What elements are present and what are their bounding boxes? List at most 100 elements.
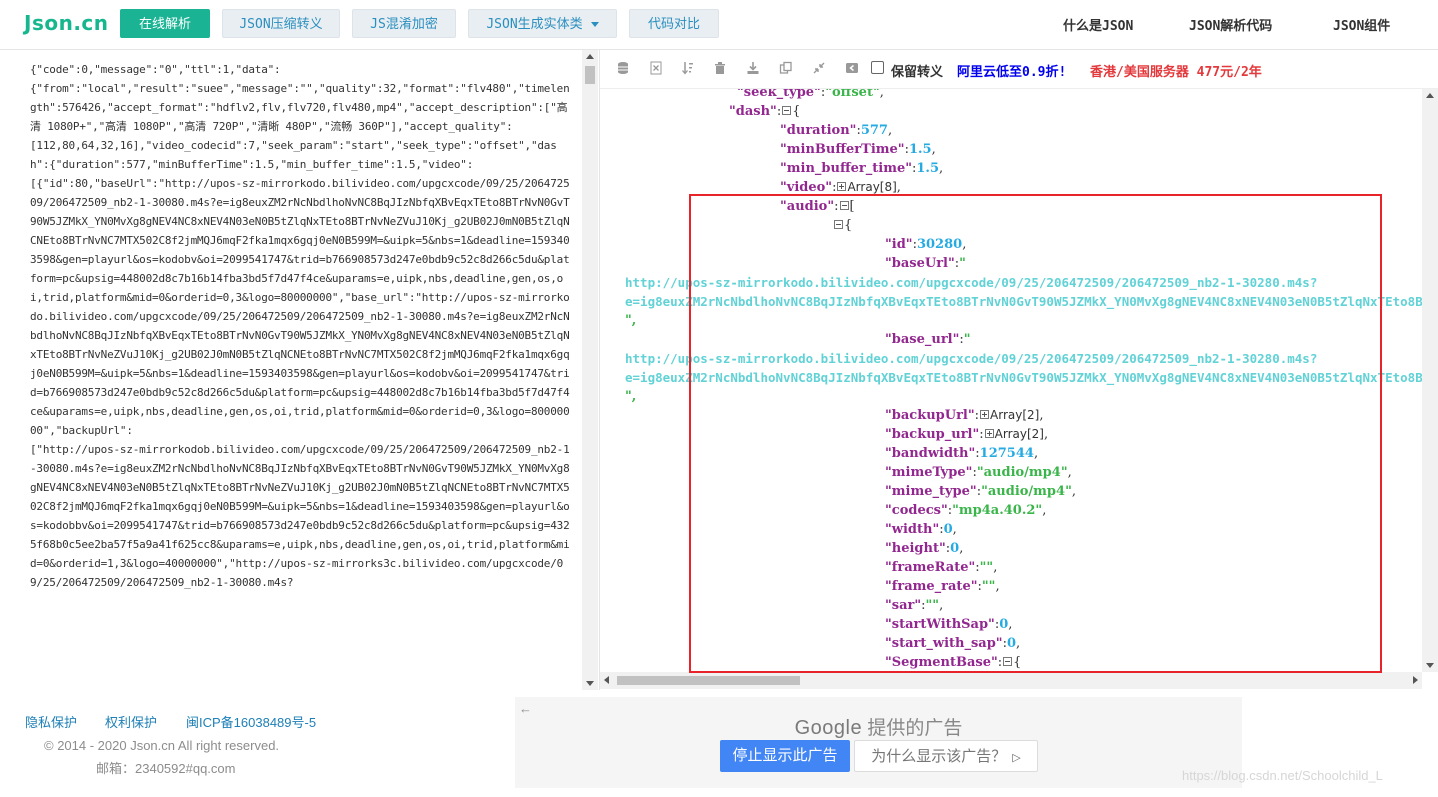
- collapse-toggle-icon[interactable]: [782, 106, 792, 115]
- sort-icon[interactable]: [681, 61, 695, 75]
- url-link-continued[interactable]: e=ig8euxZM2rNcNbdlhoNvNC8BqJIzNbfqXBvEqx…: [625, 368, 1422, 387]
- collapse-toggle-icon[interactable]: [1003, 657, 1013, 666]
- scroll-thumb[interactable]: [585, 66, 595, 84]
- json-key: "mimeType": [885, 465, 973, 480]
- collapsed-array-label[interactable]: Array[2]: [995, 427, 1044, 441]
- link-json-code[interactable]: JSON解析代码: [1189, 15, 1272, 34]
- tree-row-codecs: "codecs":"mp4a.40.2",: [885, 503, 1047, 518]
- play-icon: ▷: [1012, 752, 1021, 764]
- chevron-down-icon: [590, 22, 599, 27]
- aliyun-ad-link[interactable]: 阿里云低至0.9折!: [957, 61, 1066, 80]
- back-icon[interactable]: [845, 61, 859, 75]
- trash-icon[interactable]: [713, 61, 727, 75]
- why-ad-button[interactable]: 为什么显示该广告？ ▷: [854, 740, 1038, 772]
- tree-row-start-with-sap: "start_with_sap":0,: [885, 636, 1021, 651]
- icp-link[interactable]: 闽ICP备16038489号-5: [186, 712, 316, 731]
- rights-link[interactable]: 权利保护: [105, 712, 157, 731]
- json-key: "height": [885, 541, 946, 556]
- page-footer: 隐私保护 权利保护 闽ICP备16038489号-5 © 2014 - 2020…: [0, 691, 1438, 797]
- tree-row-mimetype: "mimeType":"audio/mp4",: [885, 465, 1072, 480]
- raw-json-editor[interactable]: {"code":0,"message":"0","ttl":1,"data": …: [0, 50, 600, 690]
- json-number-value: 0: [950, 541, 960, 556]
- tree-row-framerate: "frameRate":"",: [885, 560, 998, 575]
- json-toolbar: 保留转义 阿里云低至0.9折! 香港/美国服务器 477元/2年: [600, 50, 1438, 89]
- collapsed-array-label[interactable]: Array[2]: [990, 408, 1039, 422]
- json-key: "seek_type": [737, 89, 821, 100]
- collapsed-array-label[interactable]: Array[8]: [847, 180, 896, 194]
- tree-row-startwithsap: "startWithSap":0,: [885, 617, 1013, 632]
- link-what-is-json[interactable]: 什么是JSON: [1063, 15, 1133, 34]
- stop-ad-button[interactable]: 停止显示此广告: [720, 740, 850, 772]
- nav-online-parse[interactable]: 在线解析: [120, 9, 210, 38]
- json-key: "frame_rate": [885, 579, 978, 594]
- json-key: "mime_type": [885, 484, 977, 499]
- json-key: "start_with_sap": [885, 636, 1003, 651]
- scroll-up-icon[interactable]: [586, 54, 594, 59]
- expand-toggle-icon[interactable]: [984, 429, 994, 438]
- url-link-continued[interactable]: e=ig8euxZM2rNcNbdlhoNvNC8BqJIzNbfqXBvEqx…: [625, 292, 1422, 311]
- collapse-toggle-icon[interactable]: [834, 220, 843, 229]
- tree-row-video: "video": Array[8],: [780, 180, 901, 195]
- right-vertical-scrollbar[interactable]: [1422, 89, 1438, 672]
- json-number-value: 30280: [916, 237, 963, 252]
- server-ad-link[interactable]: 香港/美国服务器 477元/2年: [1090, 61, 1262, 80]
- json-number-value: 0: [999, 617, 1009, 632]
- json-key: "bandwidth": [885, 446, 976, 461]
- url-link[interactable]: http://upos-sz-mirrorkodo.bilivideo.com/…: [625, 273, 1317, 292]
- nav-json-compress[interactable]: JSON压缩转义: [222, 9, 340, 38]
- json-key: "audio": [780, 199, 835, 214]
- url-link[interactable]: http://upos-sz-mirrorkodo.bilivideo.com/…: [625, 349, 1317, 368]
- database-icon[interactable]: [616, 61, 630, 75]
- tree-row-audio-item: {: [833, 216, 852, 235]
- json-key: "baseUrl": [885, 256, 955, 271]
- json-key: "dash": [729, 104, 777, 119]
- compress-icon[interactable]: [812, 61, 826, 75]
- privacy-link[interactable]: 隐私保护: [25, 712, 77, 731]
- tree-row-bandwidth: "bandwidth":127544,: [885, 446, 1039, 461]
- string-close-quote: ",: [625, 389, 637, 404]
- scroll-right-icon[interactable]: [1413, 676, 1418, 684]
- scroll-up-icon[interactable]: [1426, 93, 1434, 98]
- google-ad-panel: ← Google 提供的广告 停止显示此广告 为什么显示该广告？ ▷: [515, 697, 1242, 788]
- email-text: 邮箱：2340592#qq.com: [96, 761, 236, 776]
- tree-row-sar: "sar":"",: [885, 598, 944, 613]
- tree-row-seek-type: "seek_type":"offset",: [737, 89, 884, 102]
- scroll-down-icon[interactable]: [1426, 663, 1434, 668]
- keep-escape-label: 保留转义: [891, 64, 944, 79]
- tree-row-id: "id":30280,: [885, 237, 967, 252]
- nav-json-entity[interactable]: JSON生成实体类: [468, 9, 617, 38]
- link-json-components[interactable]: JSON组件: [1333, 15, 1390, 34]
- copy-icon[interactable]: [779, 61, 793, 75]
- json-string-value: "": [925, 598, 940, 613]
- formatted-json-panel: 保留转义 阿里云低至0.9折! 香港/美国服务器 477元/2年 "seek_t…: [600, 50, 1438, 690]
- google-wordmark: Google: [794, 717, 863, 739]
- keep-escape-checkbox[interactable]: [871, 61, 884, 74]
- nav-js-obfuscate[interactable]: JS混淆加密: [352, 9, 456, 38]
- raw-json-text[interactable]: {"code":0,"message":"0","ttl":1,"data": …: [30, 60, 572, 688]
- scroll-down-icon[interactable]: [586, 681, 594, 686]
- tree-row-baseurl: "baseUrl":": [885, 256, 966, 271]
- left-scrollbar[interactable]: [582, 50, 598, 690]
- json-key: "sar": [885, 598, 922, 613]
- tree-row-duration: "duration":577,: [780, 123, 893, 138]
- nav-code-compare[interactable]: 代码对比: [629, 9, 719, 38]
- site-logo[interactable]: Json.cn: [24, 11, 109, 35]
- tree-row-backup-url: "backup_url": Array[2],: [885, 427, 1049, 442]
- download-icon[interactable]: [746, 61, 760, 75]
- tree-row-base-url: "base_url":": [885, 332, 971, 347]
- json-key: "width": [885, 522, 940, 537]
- json-tree[interactable]: "seek_type":"offset", "dash":{ "duration…: [600, 89, 1422, 672]
- json-number-value: 577: [860, 123, 888, 138]
- expand-toggle-icon[interactable]: [837, 182, 847, 191]
- expand-toggle-icon[interactable]: [980, 410, 990, 419]
- tree-row-width: "width":0,: [885, 522, 957, 537]
- json-string-value: "audio/mp4": [976, 465, 1068, 480]
- scroll-thumb[interactable]: [617, 676, 800, 685]
- json-key: "backupUrl": [885, 408, 975, 423]
- collapse-toggle-icon[interactable]: [839, 201, 849, 210]
- right-horizontal-scrollbar[interactable]: [600, 672, 1422, 689]
- json-key: "codecs": [885, 503, 948, 518]
- excel-icon[interactable]: [649, 61, 663, 75]
- tree-row-frame-rate: "frame_rate":"",: [885, 579, 1000, 594]
- scroll-left-icon[interactable]: [604, 676, 609, 684]
